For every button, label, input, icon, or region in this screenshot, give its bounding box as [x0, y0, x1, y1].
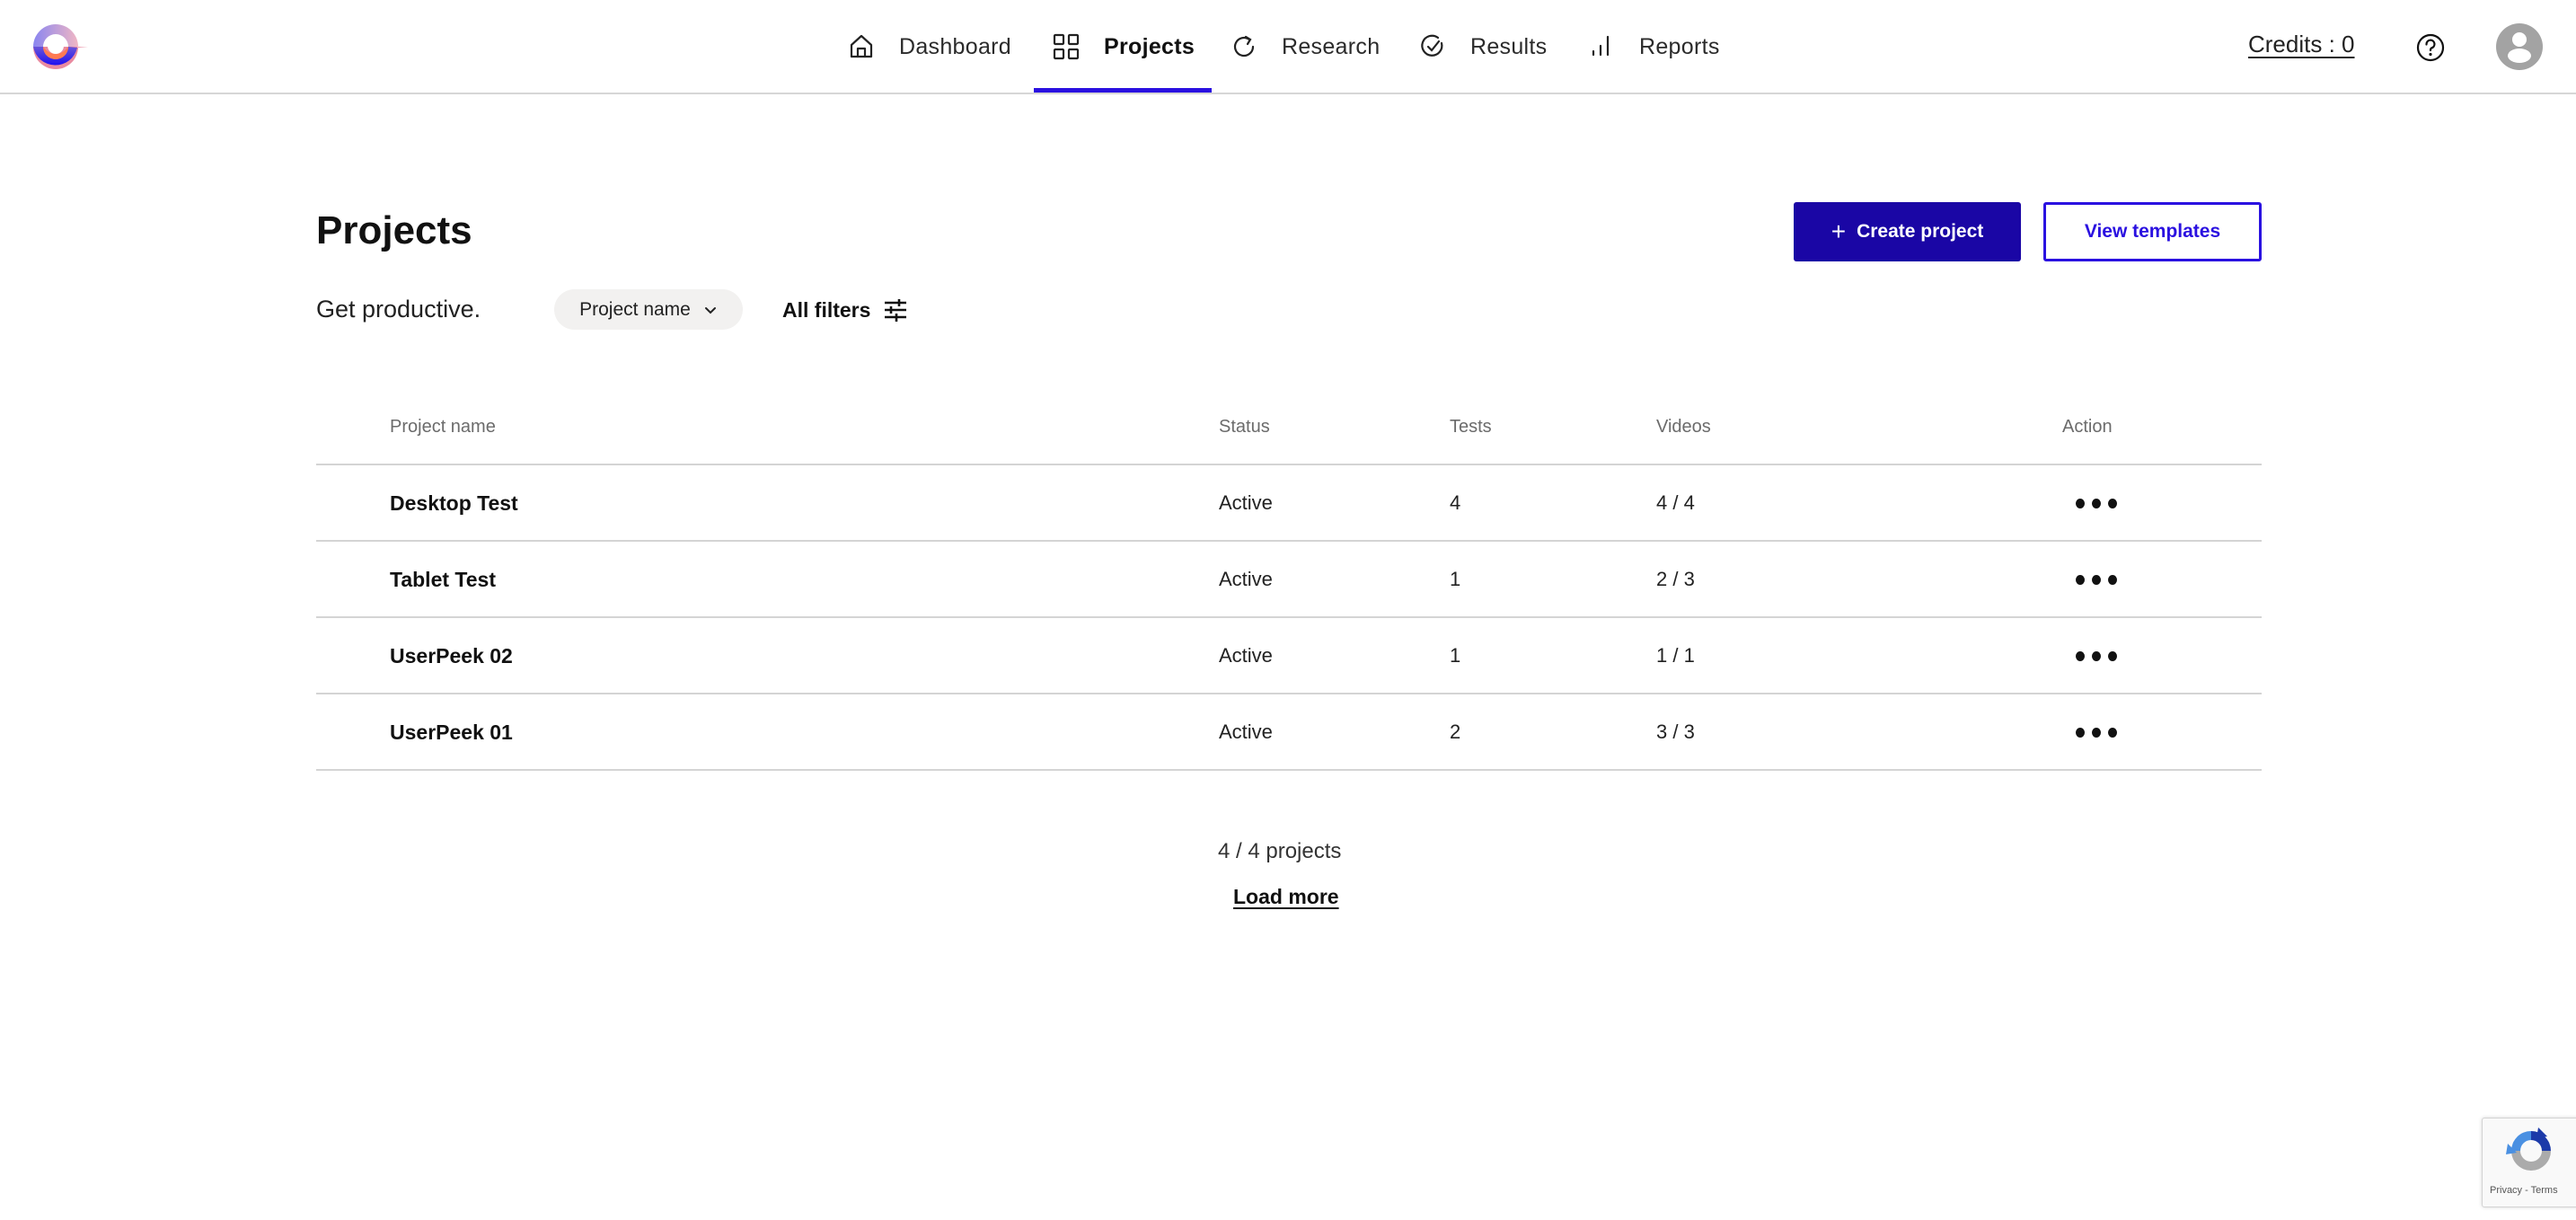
recaptcha-icon [2506, 1127, 2551, 1171]
project-status: Active [1219, 721, 1273, 743]
bar-chart-icon [1587, 32, 1616, 61]
sort-dropdown[interactable]: Project name [554, 289, 743, 330]
nav-results[interactable]: Results [1418, 0, 1547, 93]
table-row[interactable]: UserPeek 02 Active 1 1 / 1 [316, 618, 2262, 694]
recaptcha-links[interactable]: Privacy - Terms [2490, 1185, 2558, 1196]
credits-link[interactable]: Credits : 0 [2248, 31, 2355, 58]
more-actions-icon[interactable] [2076, 492, 2117, 514]
plus-icon: + [1831, 217, 1847, 245]
nav-projects-label: Projects [1104, 33, 1195, 59]
column-header-status[interactable]: Status [1219, 417, 1270, 438]
project-videos: 3 / 3 [1656, 721, 1695, 743]
recaptcha-badge[interactable]: Privacy - Terms [2482, 1118, 2576, 1207]
project-status: Active [1219, 491, 1273, 514]
table-row[interactable]: UserPeek 01 Active 2 3 / 3 [316, 694, 2262, 771]
table-row[interactable]: Desktop Test Active 4 4 / 4 [316, 465, 2262, 542]
all-filters-label: All filters [782, 297, 871, 322]
project-count: 4 / 4 projects [1218, 839, 1342, 863]
nav-research-label: Research [1282, 33, 1381, 59]
column-header-tests[interactable]: Tests [1450, 417, 1492, 438]
project-tests: 4 [1450, 491, 1461, 514]
projects-table: Project name Status Tests Videos Action … [316, 395, 2262, 771]
column-header-action: Action [2062, 417, 2113, 437]
refresh-icon [1230, 32, 1258, 61]
project-name[interactable]: Desktop Test [390, 491, 518, 516]
page-title: Projects [316, 208, 472, 252]
active-tab-indicator [1034, 88, 1212, 93]
column-header-project-name[interactable]: Project name [390, 417, 496, 438]
check-circle-icon [1418, 32, 1447, 61]
project-tests: 2 [1450, 721, 1461, 743]
create-project-button[interactable]: + Create project [1794, 202, 2021, 261]
nav-reports[interactable]: Reports [1587, 0, 1720, 93]
more-actions-icon[interactable] [2076, 569, 2117, 590]
project-videos: 1 / 1 [1656, 644, 1695, 667]
project-status: Active [1219, 644, 1273, 667]
nav-reports-label: Reports [1639, 33, 1720, 59]
nav-dashboard[interactable]: Dashboard [847, 0, 1011, 93]
chevron-down-icon [704, 306, 716, 314]
nav-dashboard-label: Dashboard [899, 33, 1012, 59]
help-icon[interactable] [2416, 33, 2445, 62]
project-tests: 1 [1450, 568, 1461, 590]
project-videos: 2 / 3 [1656, 568, 1695, 590]
more-actions-icon[interactable] [2076, 721, 2117, 743]
nav-results-label: Results [1470, 33, 1548, 59]
brand-logo[interactable] [32, 23, 88, 70]
page-subtitle: Get productive. [316, 296, 481, 323]
view-templates-button[interactable]: View templates [2043, 202, 2262, 261]
project-videos: 4 / 4 [1656, 491, 1695, 514]
nav-research[interactable]: Research [1230, 0, 1380, 93]
user-avatar-icon[interactable] [2496, 23, 2543, 70]
table-row[interactable]: Tablet Test Active 1 2 / 3 [316, 542, 2262, 618]
nav-projects[interactable]: Projects [1052, 0, 1195, 93]
project-name[interactable]: Tablet Test [390, 568, 496, 592]
more-actions-icon[interactable] [2076, 645, 2117, 667]
grid-icon [1052, 32, 1081, 61]
sort-dropdown-value: Project name [579, 298, 691, 320]
filter-sliders-icon [885, 299, 907, 322]
column-header-videos[interactable]: Videos [1656, 417, 1711, 438]
top-navbar: Dashboard Projects Research Results Repo… [0, 0, 2576, 94]
load-more-link[interactable]: Load more [1233, 885, 1339, 909]
project-status: Active [1219, 568, 1273, 590]
create-project-label: Create project [1857, 221, 1984, 242]
home-icon [847, 32, 876, 61]
project-name[interactable]: UserPeek 02 [390, 644, 513, 668]
project-tests: 1 [1450, 644, 1461, 667]
project-name[interactable]: UserPeek 01 [390, 721, 513, 745]
all-filters-button[interactable]: All filters [782, 293, 908, 327]
table-header: Project name Status Tests Videos Action [316, 395, 2262, 465]
